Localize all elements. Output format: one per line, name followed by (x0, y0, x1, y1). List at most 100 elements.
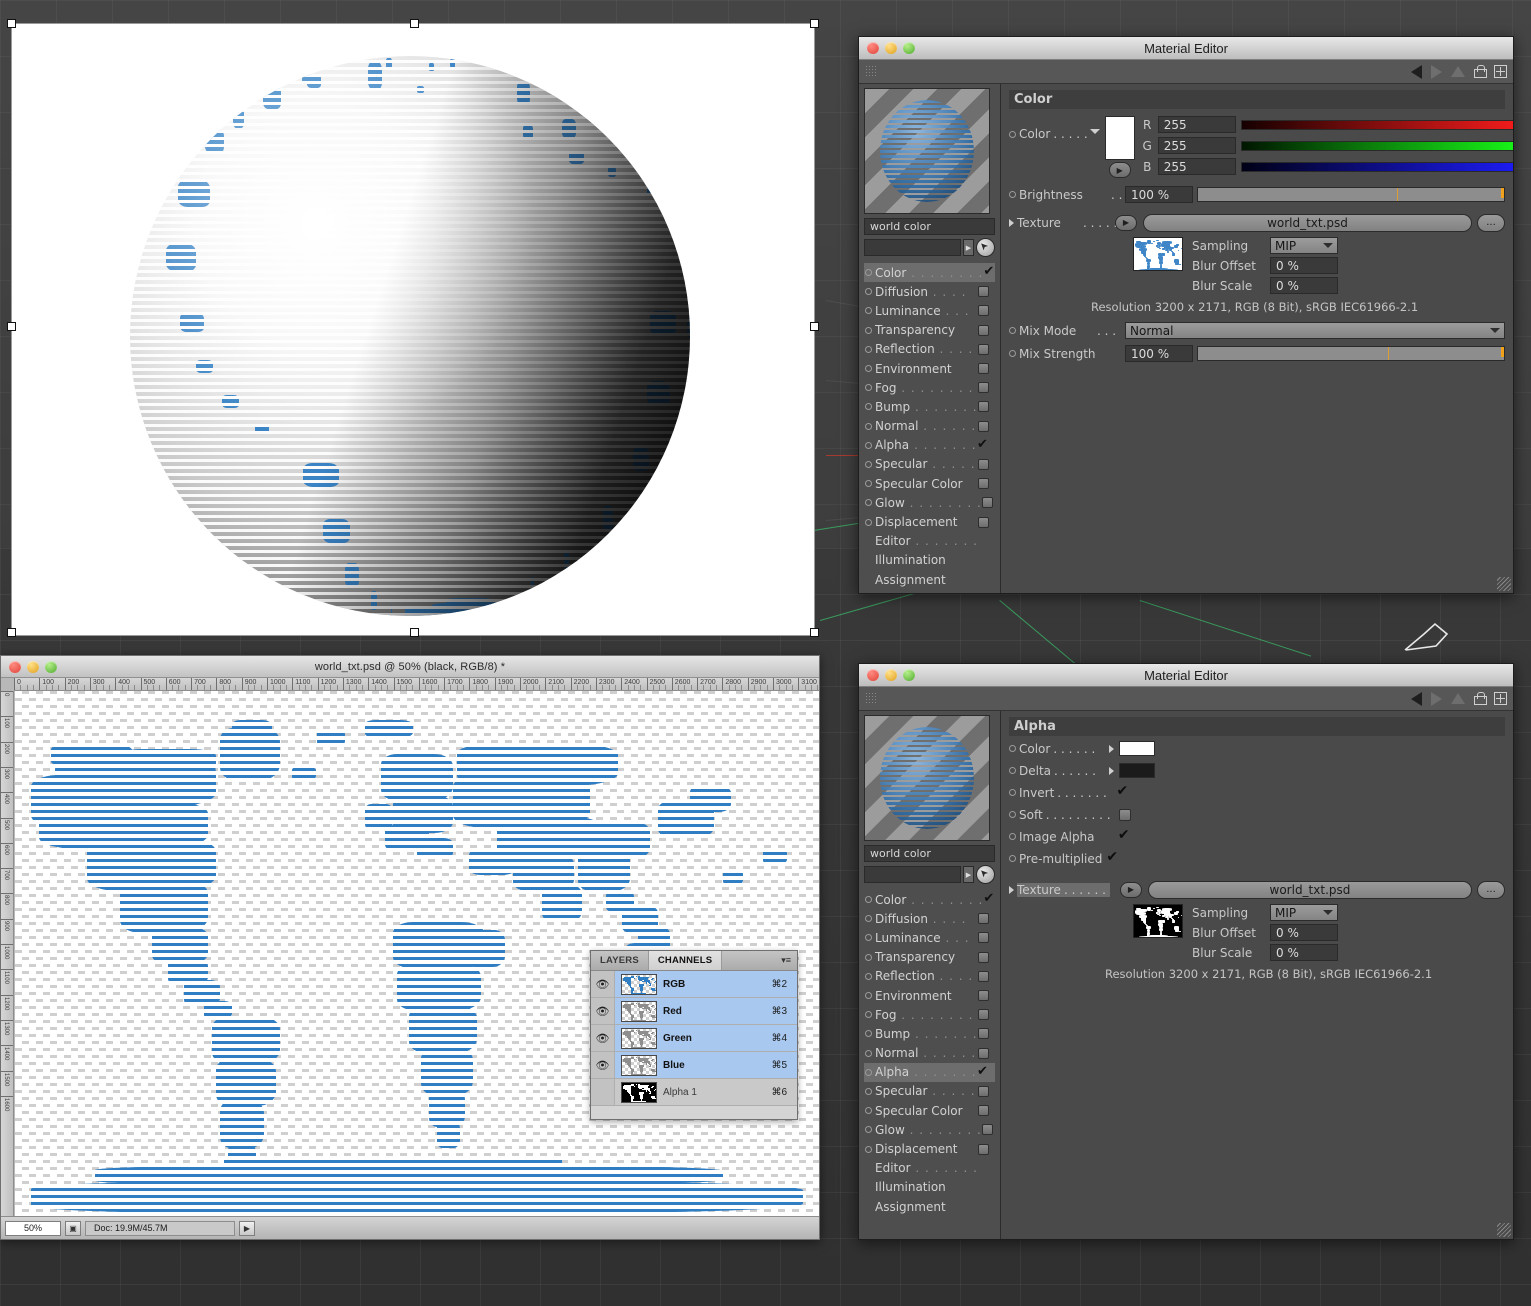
lock-icon[interactable] (1474, 692, 1487, 705)
nav-up-icon[interactable] (1451, 66, 1465, 77)
channel-anim-dot[interactable] (865, 992, 872, 1000)
toolbar-grip-icon[interactable] (865, 692, 878, 705)
eye-icon[interactable]: 👁 (591, 998, 615, 1024)
window-resize-grip[interactable] (1497, 1223, 1511, 1237)
channel-anim-dot[interactable] (865, 422, 872, 430)
material-channel-displacement[interactable]: Displacement (864, 512, 995, 531)
channel-checkbox[interactable] (978, 516, 989, 528)
channel-anim-dot[interactable] (865, 499, 872, 507)
material-editor-alpha-window[interactable]: Material Editor world color ▶ Color . . … (858, 663, 1514, 1240)
resize-handle-mr[interactable] (810, 322, 819, 331)
blur-scale-input[interactable]: 0 % (1270, 277, 1338, 294)
pick-cursor-icon[interactable] (976, 865, 995, 884)
channel-checkbox[interactable] (978, 913, 989, 925)
photoshop-titlebar[interactable]: world_txt.psd @ 50% (black, RGB/8) * (1, 656, 819, 678)
mix-mode-anim-dot[interactable] (1009, 327, 1016, 334)
material-channel-editor[interactable]: Editor . . . . . . . (864, 532, 995, 551)
alpha-pre-multiplied-row[interactable]: Pre-multiplied (1009, 849, 1505, 868)
alpha-soft-row[interactable]: Soft. . . . . . . . . (1009, 805, 1505, 824)
statusbar-menu-arrow[interactable]: ▶ (239, 1220, 255, 1236)
resize-handle-ml[interactable] (7, 322, 16, 331)
channel-anim-dot[interactable] (865, 1049, 872, 1057)
nav-back-icon[interactable] (1411, 64, 1422, 79)
eye-icon[interactable]: 👁 (591, 1079, 615, 1105)
texture-path-field[interactable]: world_txt.psd (1143, 213, 1472, 232)
g-input[interactable]: 255 (1157, 137, 1236, 154)
image-alpha-checkbox-checked[interactable] (1118, 827, 1132, 844)
material-channel-fog[interactable]: Fog . . . . . . . . (864, 1005, 995, 1024)
texture-browse-button[interactable]: ... (1477, 880, 1505, 899)
channel-row[interactable]: 👁 Green ⌘4 (591, 1025, 797, 1052)
channel-checkbox[interactable] (978, 382, 989, 394)
material-channel-normal[interactable]: Normal . . . . . . (864, 1044, 995, 1063)
material-channel-transparency[interactable]: Transparency (864, 948, 995, 967)
channel-checkbox[interactable] (981, 497, 993, 509)
channel-checkbox[interactable] (978, 401, 989, 413)
texture-property-row[interactable]: Texture . . . . . . ▶ world_txt.psd ... (1009, 880, 1505, 899)
channel-anim-dot[interactable] (865, 1145, 872, 1153)
toolbar-grip-icon[interactable] (865, 65, 878, 78)
material-channel-reflection[interactable]: Reflection . . . . (864, 967, 995, 986)
texture-settings-block[interactable]: Sampling MIP Blur Offset 0 % Blur Scale … (1009, 237, 1505, 294)
anim-dot[interactable] (1009, 811, 1016, 818)
invert-checkbox-checked[interactable] (1116, 783, 1130, 800)
channel-anim-dot[interactable] (865, 269, 872, 277)
material-channel-alpha[interactable]: Alpha . . . . . . . (864, 436, 995, 455)
material-channel-illumination[interactable]: Illumination (864, 551, 995, 570)
brightness-property-row[interactable]: Brightness . . 100 % (1009, 185, 1505, 204)
channel-row[interactable]: 👁 Blue ⌘5 (591, 1052, 797, 1079)
vertical-ruler[interactable]: 0 100 200 300 400 500 600 700 800 900 1000 1100 1200… (1, 691, 14, 1216)
material-channel-environment[interactable]: Environment (864, 359, 995, 378)
rgb-fields[interactable]: R 255 G 255 B 255 (1142, 116, 1513, 175)
texture-expand-chevron-right-icon[interactable] (1009, 218, 1014, 227)
channel-checkbox[interactable] (978, 286, 989, 298)
material-channel-color[interactable]: Color . . . . . . . . (864, 263, 995, 283)
texture-property-row[interactable]: Texture . . . . . ▶ world_txt.psd ... (1009, 213, 1505, 232)
tab-channels[interactable]: CHANNELS (648, 951, 723, 970)
channel-anim-dot[interactable] (865, 1087, 872, 1095)
material-channel-sidebar[interactable]: world color ▶ Color . . . . . . . . Diffu… (859, 711, 1001, 1239)
channel-anim-dot[interactable] (865, 1030, 872, 1038)
brightness-slider[interactable] (1197, 187, 1505, 202)
material-channel-specular-color[interactable]: Specular Color (864, 474, 995, 493)
channel-anim-dot[interactable] (865, 460, 872, 468)
channel-checkbox[interactable] (978, 458, 989, 470)
channel-anim-dot[interactable] (865, 288, 872, 296)
material-name-field[interactable]: world color (864, 218, 995, 235)
channel-anim-dot[interactable] (865, 518, 872, 526)
mix-strength-slider[interactable] (1197, 346, 1505, 361)
search-dropdown-icon[interactable]: ▶ (963, 866, 974, 883)
channel-anim-dot[interactable] (865, 1068, 872, 1076)
material-channel-reflection[interactable]: Reflection . . . . (864, 340, 995, 359)
mix-mode-row[interactable]: Mix Mode . . . Normal (1009, 321, 1505, 340)
alpha-color-row[interactable]: Color. . . . . . (1009, 739, 1505, 758)
channel-row[interactable]: 👁 Red ⌘3 (591, 998, 797, 1025)
channel-checkbox[interactable] (978, 1143, 989, 1155)
swatch-expand-chevron-right-icon[interactable] (1109, 766, 1115, 775)
channel-anim-dot[interactable] (865, 326, 872, 334)
material-search-row[interactable]: ▶ (864, 238, 995, 257)
material-editor-toolbar[interactable] (859, 60, 1513, 84)
channel-checkbox[interactable] (978, 343, 989, 355)
add-panel-icon[interactable] (1494, 692, 1507, 705)
material-preview-thumbnail[interactable] (864, 88, 990, 214)
resize-handle-bl[interactable] (7, 628, 16, 637)
window-resize-grip[interactable] (1497, 577, 1511, 591)
channel-checkbox-checked[interactable] (977, 437, 990, 452)
channel-checkbox[interactable] (978, 932, 989, 944)
render-preview-window[interactable] (7, 19, 819, 637)
material-channel-transparency[interactable]: Transparency (864, 321, 995, 340)
material-channel-specular[interactable]: Specular . . . . . (864, 1082, 995, 1101)
mix-strength-input[interactable]: 100 % (1125, 345, 1193, 362)
channel-anim-dot[interactable] (865, 896, 872, 904)
channel-checkbox[interactable] (981, 1124, 993, 1136)
color-anim-dot[interactable] (1009, 130, 1016, 138)
delta-swatch[interactable] (1119, 763, 1156, 778)
texture-thumbnail-color[interactable] (1133, 237, 1183, 271)
channel-checkbox[interactable] (978, 1105, 989, 1117)
channels-palette[interactable]: LAYERS CHANNELS ▾≡ 👁 RGB ⌘2 👁 Red ⌘3 👁 Green ⌘4 👁… (590, 950, 798, 1120)
channel-checkbox[interactable] (978, 324, 989, 336)
material-channel-fog[interactable]: Fog . . . . . . . . (864, 378, 995, 397)
texture-expand-chevron-right-icon[interactable] (1009, 885, 1014, 894)
zoom-level-field[interactable]: 50% (5, 1220, 61, 1236)
